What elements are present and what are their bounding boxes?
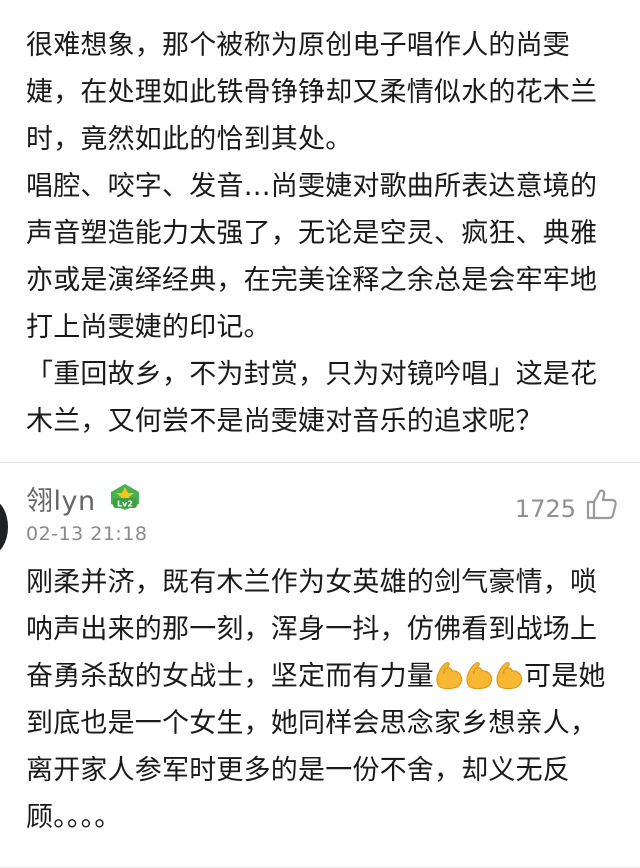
flexed-biceps-icon [434,659,464,691]
username[interactable]: 翎lyn [26,479,96,518]
like-button[interactable]: 1725 [515,485,618,523]
level-badge-text: Lv2 [117,500,133,509]
comment-paragraph: 很难想象，那个被称为原创电子唱作人的尚雯婕，在处理如此铁骨铮铮却又柔情似水的花木… [26,30,598,155]
comment-paragraph: 唱腔、咬字、发音…尚雯婕对歌曲所表达意境的声音塑造能力太强了，无论是空灵、疯狂、… [26,171,598,343]
level-2-badge-icon: Lv2 [108,483,142,511]
flexed-biceps-icon [494,659,524,691]
previous-comment-body: 很难想象，那个被称为原创电子唱作人的尚雯婕，在处理如此铁骨铮铮却又柔情似水的花木… [0,22,640,445]
comment-timestamp: 02-13 21:18 [26,523,148,545]
flexed-biceps-icon [464,659,494,691]
comment-paragraph: 「重回故乡，不为封赏，只为对镜吟唱」这是花木兰，又何尝不是尚雯婕对音乐的追求呢？ [26,359,598,437]
comment-item: 翎lyn Lv2 02-13 21:18 1725 刚柔并济，既有木兰作为女英雄… [0,463,640,868]
like-count: 1725 [514,495,576,523]
thumbs-up-icon [584,487,618,521]
previous-comment: 很难想象，那个被称为原创电子唱作人的尚雯婕，在处理如此铁骨铮铮却又柔情似水的花木… [0,0,640,462]
avatar[interactable] [0,499,8,555]
comment-text: 刚柔并济，既有木兰作为女英雄的剑气豪情，唢呐声出来的那一刻，浑身一抖，仿佛看到战… [0,559,640,841]
comment-body: 刚柔并济，既有木兰作为女英雄的剑气豪情，唢呐声出来的那一刻，浑身一抖，仿佛看到战… [0,559,640,841]
